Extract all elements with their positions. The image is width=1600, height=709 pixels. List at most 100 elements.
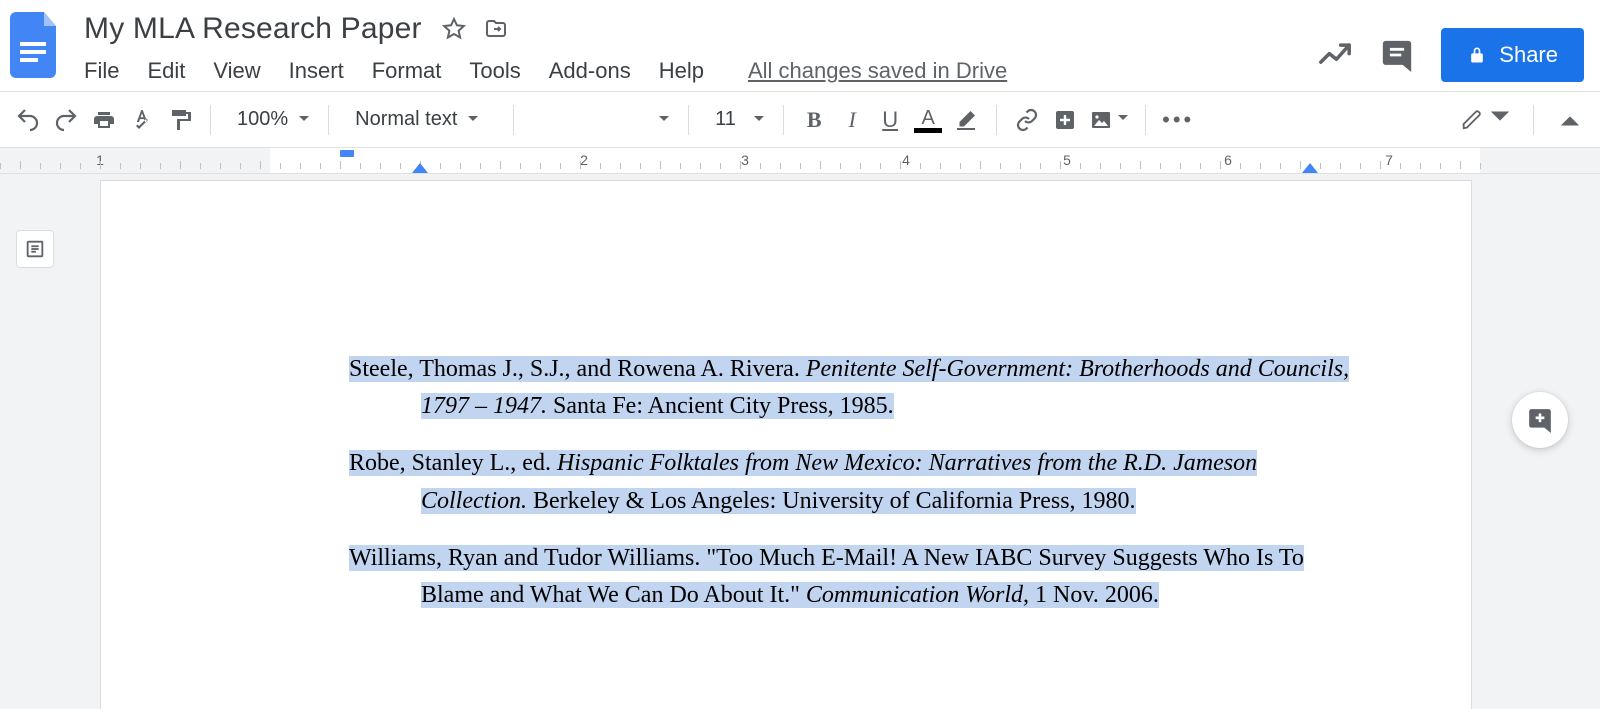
citation-entry[interactable]: Robe, Stanley L., ed. Hispanic Folktales… bbox=[349, 445, 1353, 519]
ruler-tick bbox=[1180, 163, 1181, 169]
bold-button[interactable]: B bbox=[796, 102, 832, 138]
ruler-tick bbox=[780, 163, 781, 169]
ruler-num-3: 3 bbox=[741, 152, 749, 168]
document-page[interactable]: Steele, Thomas J., S.J., and Rowena A. R… bbox=[100, 180, 1472, 709]
paragraph-style-dropdown[interactable]: Normal text bbox=[341, 102, 501, 138]
move-to-folder-icon[interactable] bbox=[482, 15, 510, 43]
ruler-tick bbox=[160, 163, 161, 169]
citation-publisher: , 1 Nov. 2006. bbox=[1023, 582, 1159, 608]
collapse-toolbar-icon[interactable] bbox=[1552, 102, 1588, 138]
doc-title[interactable]: My MLA Research Paper bbox=[80, 10, 426, 48]
right-indent-marker[interactable] bbox=[1302, 163, 1318, 173]
ruler-tick bbox=[40, 163, 41, 169]
ruler-tick bbox=[700, 163, 701, 169]
ruler-tick bbox=[580, 161, 581, 169]
ruler-tick bbox=[1340, 163, 1341, 169]
print-icon[interactable] bbox=[86, 102, 122, 138]
font-size-dropdown[interactable]: 11 bbox=[701, 102, 771, 138]
ruler-tick bbox=[920, 163, 921, 169]
chevron-down-icon bbox=[658, 108, 670, 131]
docs-logo-icon[interactable] bbox=[10, 12, 62, 78]
ruler-tick bbox=[340, 161, 341, 169]
add-comment-icon[interactable] bbox=[1047, 102, 1083, 138]
ruler-tick bbox=[1440, 163, 1441, 169]
citation-entry[interactable]: Williams, Ryan and Tudor Williams. "Too … bbox=[349, 540, 1353, 614]
font-size-value: 11 bbox=[715, 108, 736, 131]
citation-title: Communication World bbox=[806, 582, 1023, 608]
saved-status[interactable]: All changes saved in Drive bbox=[748, 58, 1007, 84]
comments-icon[interactable] bbox=[1379, 37, 1415, 73]
ruler-tick bbox=[240, 163, 241, 169]
ruler-tick bbox=[460, 163, 461, 169]
paint-format-icon[interactable] bbox=[162, 102, 198, 138]
highlight-button[interactable] bbox=[948, 102, 984, 138]
ruler-tick bbox=[600, 163, 601, 169]
menu-tools[interactable]: Tools bbox=[455, 54, 534, 88]
explore-add-comment-fab[interactable] bbox=[1512, 392, 1568, 448]
menu-view[interactable]: View bbox=[199, 54, 274, 88]
ruler-tick bbox=[800, 163, 801, 169]
italic-button[interactable]: I bbox=[834, 102, 870, 138]
first-line-indent-marker[interactable] bbox=[340, 150, 354, 157]
ruler-tick bbox=[1000, 163, 1001, 169]
menu-help[interactable]: Help bbox=[645, 54, 718, 88]
ruler-tick bbox=[140, 163, 141, 169]
ruler-num-5: 5 bbox=[1063, 152, 1071, 168]
menu-file[interactable]: File bbox=[80, 54, 133, 88]
ruler-tick bbox=[180, 161, 181, 169]
underline-button[interactable]: U bbox=[872, 102, 908, 138]
star-icon[interactable] bbox=[440, 15, 468, 43]
more-toolbar-icon[interactable]: ••• bbox=[1158, 102, 1198, 138]
insert-image-icon[interactable] bbox=[1085, 102, 1133, 138]
ruler-tick bbox=[280, 163, 281, 169]
ruler-tick bbox=[900, 161, 901, 169]
menu-edit[interactable]: Edit bbox=[133, 54, 199, 88]
ruler-tick bbox=[480, 163, 481, 169]
zoom-dropdown[interactable]: 100% bbox=[223, 102, 316, 138]
spellcheck-icon[interactable] bbox=[124, 102, 160, 138]
left-indent-marker[interactable] bbox=[412, 163, 428, 173]
ruler-tick bbox=[1160, 163, 1161, 169]
ruler-tick bbox=[120, 163, 121, 169]
activity-icon[interactable] bbox=[1317, 37, 1353, 73]
ruler-tick bbox=[20, 161, 21, 169]
ruler-tick bbox=[1320, 163, 1321, 169]
ruler-tick bbox=[1400, 163, 1401, 169]
ruler-tick bbox=[300, 163, 301, 169]
document-outline-icon[interactable] bbox=[16, 230, 54, 268]
insert-link-icon[interactable] bbox=[1009, 102, 1045, 138]
ruler-tick bbox=[1420, 163, 1421, 169]
menu-addons[interactable]: Add-ons bbox=[535, 54, 645, 88]
text-color-button[interactable]: A bbox=[910, 102, 946, 138]
menu-insert[interactable]: Insert bbox=[275, 54, 358, 88]
undo-icon[interactable] bbox=[10, 102, 46, 138]
editing-mode-dropdown[interactable] bbox=[1457, 102, 1515, 138]
font-dropdown[interactable] bbox=[526, 102, 676, 138]
ruler-tick bbox=[200, 163, 201, 169]
ruler-tick bbox=[620, 163, 621, 169]
redo-icon[interactable] bbox=[48, 102, 84, 138]
horizontal-ruler[interactable]: 1 2 3 4 5 6 7 bbox=[0, 148, 1600, 174]
ruler-tick bbox=[760, 163, 761, 169]
citation-text: Steele, Thomas J., S.J., and Rowena A. R… bbox=[349, 356, 806, 382]
ruler-tick bbox=[540, 163, 541, 169]
ruler-tick bbox=[1480, 163, 1481, 169]
ruler-tick bbox=[660, 161, 661, 169]
ruler-tick bbox=[860, 163, 861, 169]
citation-entry[interactable]: Steele, Thomas J., S.J., and Rowena A. R… bbox=[349, 351, 1353, 425]
share-button[interactable]: Share bbox=[1441, 28, 1584, 82]
toolbar: 100% Normal text 11 B I U A bbox=[0, 92, 1600, 148]
chevron-down-icon bbox=[1489, 106, 1511, 133]
ruler-tick bbox=[820, 161, 821, 169]
text-color-letter: A bbox=[921, 107, 934, 130]
menu-format[interactable]: Format bbox=[358, 54, 456, 88]
ruler-tick bbox=[260, 161, 261, 169]
ruler-tick bbox=[440, 163, 441, 169]
ruler-tick bbox=[520, 163, 521, 169]
ruler-tick bbox=[1380, 161, 1381, 169]
ruler-num-4: 4 bbox=[902, 152, 910, 168]
ruler-tick bbox=[500, 161, 501, 169]
ruler-tick bbox=[400, 163, 401, 169]
ruler-num-6: 6 bbox=[1224, 152, 1232, 168]
ruler-tick bbox=[940, 163, 941, 169]
